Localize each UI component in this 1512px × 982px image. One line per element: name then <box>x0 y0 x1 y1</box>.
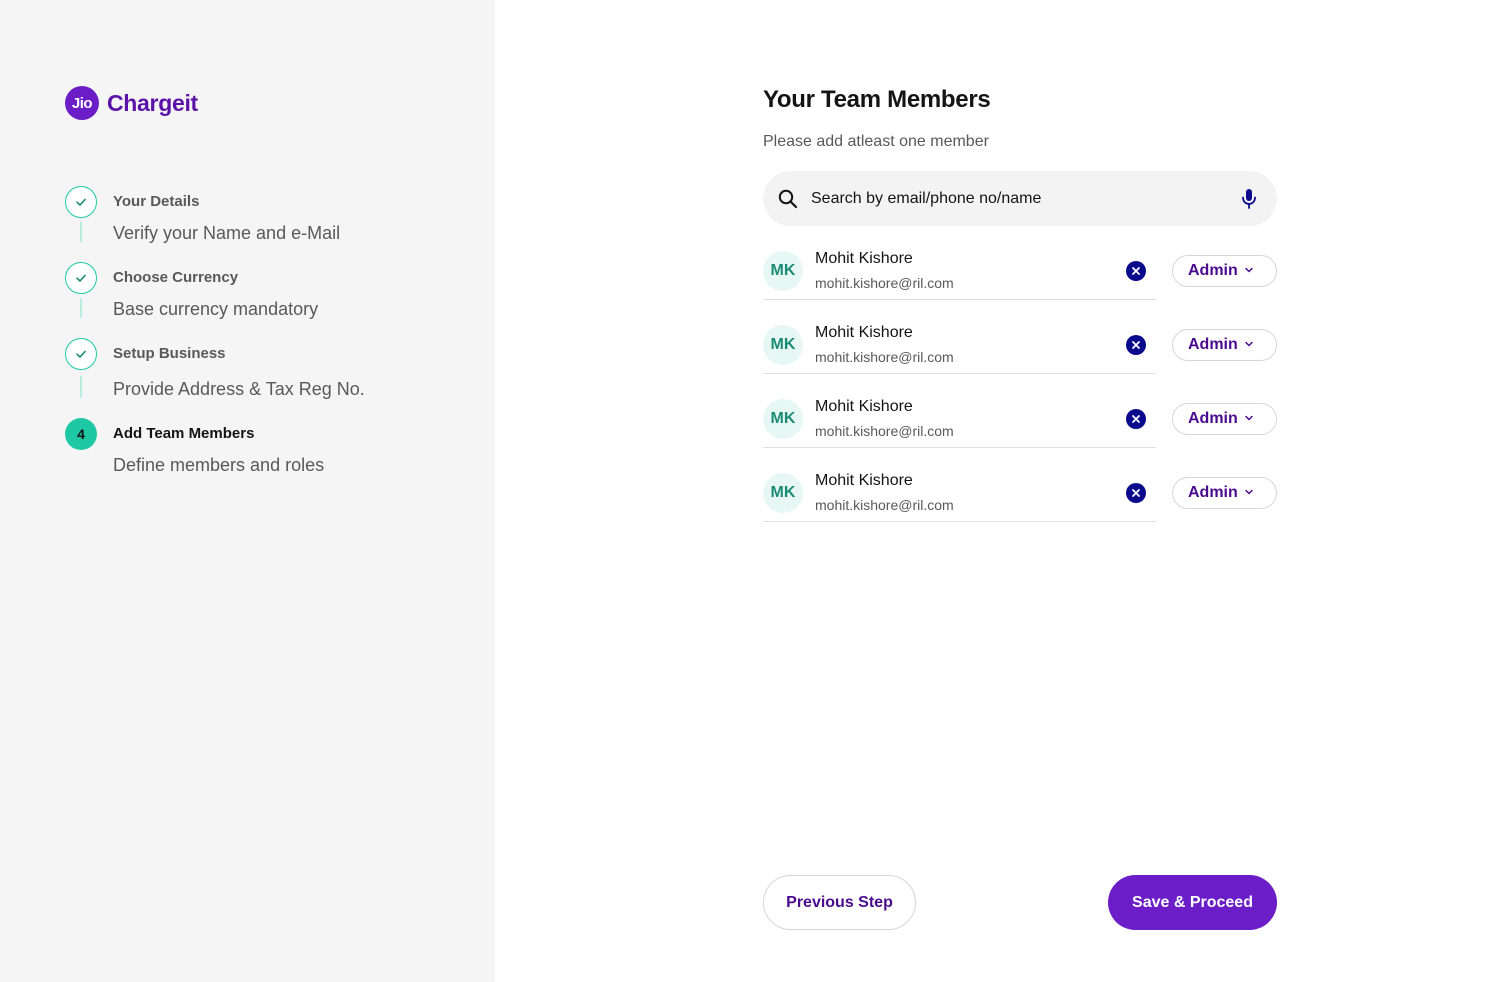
jio-logo-badge: Jio <box>65 86 99 120</box>
member-name: Mohit Kishore <box>815 398 913 415</box>
member-row: MK Mohit Kishore mohit.kishore@ril.com A… <box>763 472 1277 522</box>
brand-name: Chargeit <box>107 89 198 116</box>
member-name: Mohit Kishore <box>815 472 913 489</box>
step-connector <box>80 222 82 242</box>
close-icon <box>1132 267 1140 275</box>
page-title: Your Team Members <box>763 86 991 113</box>
role-value: Admin <box>1188 484 1238 501</box>
avatar: MK <box>763 399 803 439</box>
member-info: MK Mohit Kishore mohit.kishore@ril.com <box>763 324 1156 374</box>
step-number-badge: 4 <box>65 418 97 450</box>
step-title: Setup Business <box>113 345 226 362</box>
step-subtitle: Verify your Name and e-Mail <box>113 223 341 243</box>
member-email: mohit.kishore@ril.com <box>815 349 954 365</box>
search-icon <box>777 188 799 210</box>
avatar: MK <box>763 251 803 291</box>
close-icon <box>1132 489 1140 497</box>
member-email: mohit.kishore@ril.com <box>815 275 954 291</box>
search-input[interactable] <box>811 189 1239 208</box>
role-value: Admin <box>1188 262 1238 279</box>
check-icon <box>65 262 97 294</box>
page-subtitle: Please add atleast one member <box>763 133 989 150</box>
avatar: MK <box>763 473 803 513</box>
search-bar <box>763 171 1277 226</box>
member-email: mohit.kishore@ril.com <box>815 423 954 439</box>
sidebar: Jio Chargeit Your Details Verify your Na… <box>0 0 495 982</box>
step-title: Your Details <box>113 193 200 210</box>
close-icon <box>1132 341 1140 349</box>
chevron-down-icon <box>1244 265 1254 275</box>
role-dropdown[interactable]: Admin <box>1172 403 1277 435</box>
role-dropdown[interactable]: Admin <box>1172 477 1277 509</box>
chevron-down-icon <box>1244 339 1254 349</box>
brand-logo[interactable]: Jio Chargeit <box>65 86 198 120</box>
member-info: MK Mohit Kishore mohit.kishore@ril.com <box>763 472 1156 522</box>
member-name: Mohit Kishore <box>815 324 913 341</box>
step-connector <box>80 298 82 318</box>
member-row: MK Mohit Kishore mohit.kishore@ril.com A… <box>763 324 1277 374</box>
step-subtitle: Provide Address & Tax Reg No. <box>113 379 365 399</box>
step-subtitle: Define members and roles <box>113 455 325 475</box>
member-info: MK Mohit Kishore mohit.kishore@ril.com <box>763 250 1156 300</box>
member-name: Mohit Kishore <box>815 250 913 267</box>
remove-member-button[interactable] <box>1126 483 1146 503</box>
check-icon <box>65 338 97 370</box>
role-dropdown[interactable]: Admin <box>1172 255 1277 287</box>
check-icon <box>65 186 97 218</box>
remove-member-button[interactable] <box>1126 335 1146 355</box>
microphone-icon[interactable] <box>1239 188 1259 210</box>
step-connector <box>80 376 82 398</box>
close-icon <box>1132 415 1140 423</box>
role-value: Admin <box>1188 410 1238 427</box>
member-row: MK Mohit Kishore mohit.kishore@ril.com A… <box>763 250 1277 300</box>
step-title: Add Team Members <box>113 425 255 442</box>
avatar: MK <box>763 325 803 365</box>
remove-member-button[interactable] <box>1126 409 1146 429</box>
save-and-proceed-button[interactable]: Save & Proceed <box>1108 875 1277 930</box>
remove-member-button[interactable] <box>1126 261 1146 281</box>
chevron-down-icon <box>1244 413 1254 423</box>
chevron-down-icon <box>1244 487 1254 497</box>
step-subtitle: Base currency mandatory <box>113 299 319 319</box>
role-dropdown[interactable]: Admin <box>1172 329 1277 361</box>
previous-step-button[interactable]: Previous Step <box>763 875 916 930</box>
step-title: Choose Currency <box>113 269 239 286</box>
main-panel: Your Team Members Please add atleast one… <box>763 0 1277 982</box>
member-info: MK Mohit Kishore mohit.kishore@ril.com <box>763 398 1156 448</box>
member-email: mohit.kishore@ril.com <box>815 497 954 513</box>
member-row: MK Mohit Kishore mohit.kishore@ril.com A… <box>763 398 1277 448</box>
role-value: Admin <box>1188 336 1238 353</box>
